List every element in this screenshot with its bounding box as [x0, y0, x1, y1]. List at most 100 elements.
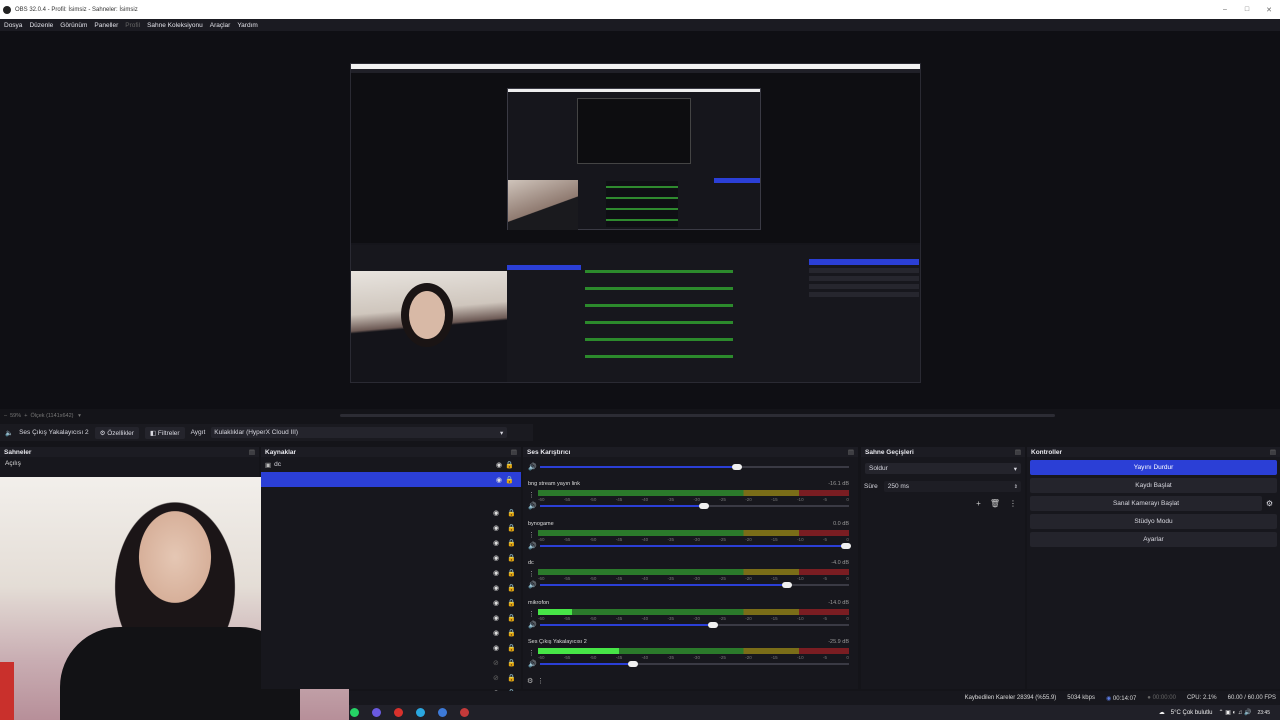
gear-icon[interactable]: ⚙ — [1262, 496, 1277, 511]
tray-icons[interactable]: ⌃ ▣ ◐ ♫ 🔊 — [1219, 709, 1252, 716]
menu-docks[interactable]: Paneller — [94, 22, 118, 29]
menu-help[interactable]: Yardım — [237, 22, 257, 29]
track-menu-icon[interactable]: ⋮ — [528, 570, 535, 578]
lock-icon[interactable]: 🔒 — [507, 644, 516, 652]
hidden-icon[interactable]: ⊘ — [493, 674, 499, 682]
minimize-icon[interactable]: – — [1214, 6, 1236, 14]
volume-knob[interactable] — [708, 621, 719, 628]
visibility-icon[interactable]: ◉ — [493, 524, 499, 532]
close-icon[interactable]: ✕ — [1258, 6, 1280, 14]
studio-mode-button[interactable]: Stüdyo Modu — [1030, 514, 1277, 529]
telegram-icon[interactable] — [416, 708, 425, 717]
preview-scrollbar[interactable] — [340, 414, 1055, 417]
more-icon[interactable]: ⋮ — [1009, 499, 1017, 508]
lock-icon[interactable]: 🔒 — [507, 524, 516, 532]
lock-icon[interactable]: 🔒 — [507, 674, 516, 682]
speaker-icon[interactable]: 🔊 — [528, 621, 537, 629]
stop-streaming-button[interactable]: Yayını Durdur — [1030, 460, 1277, 475]
volume-slider[interactable] — [540, 582, 849, 588]
scene-item[interactable]: Açılış — [0, 457, 259, 470]
device-select[interactable]: Kulaklıklar (HyperX Cloud III) ▾ — [211, 427, 508, 438]
volume-slider[interactable] — [540, 621, 849, 628]
lock-icon[interactable]: 🔒 — [507, 569, 516, 577]
browser-icon[interactable] — [372, 708, 381, 717]
speaker-icon[interactable]: 🔊 — [528, 502, 537, 510]
hidden-icon[interactable]: ⊘ — [493, 659, 499, 667]
start-recording-button[interactable]: Kaydı Başlat — [1030, 478, 1277, 493]
menu-edit[interactable]: Düzenle — [29, 22, 53, 29]
menu-scene-collection[interactable]: Sahne Koleksiyonu — [147, 22, 203, 29]
spin-arrows-icon[interactable]: ⇕ — [1014, 484, 1018, 490]
volume-slider[interactable] — [540, 542, 851, 549]
dock-menu-icon[interactable]: ▤ — [1270, 448, 1276, 456]
visibility-icon[interactable]: ◉ — [493, 629, 499, 637]
visibility-icon[interactable]: ◉ — [493, 554, 499, 562]
lock-icon[interactable]: 🔒 — [507, 554, 516, 562]
visibility-icon[interactable]: ◉ — [496, 461, 502, 469]
dock-menu-icon[interactable]: ▤ — [249, 448, 255, 456]
volume-slider[interactable] — [540, 661, 849, 667]
visibility-icon[interactable]: ◉ — [493, 569, 499, 577]
trash-icon[interactable]: 🗑 — [990, 499, 1000, 508]
menu-tools[interactable]: Araçlar — [210, 22, 231, 29]
speaker-icon[interactable]: 🔊 — [528, 581, 537, 589]
volume-slider[interactable] — [540, 464, 849, 470]
dock-menu-icon[interactable]: ▤ — [1015, 448, 1021, 456]
dock-menu-icon[interactable]: ▤ — [848, 448, 854, 456]
speaker-icon[interactable]: 🔊 — [528, 660, 537, 668]
scale-dropdown-icon[interactable]: ▾ — [78, 413, 81, 419]
app-icon[interactable] — [394, 708, 403, 717]
source-item-dc[interactable]: ▣ dc ◉ 🔒 — [261, 457, 521, 472]
clock[interactable]: 23:45 — [1257, 710, 1270, 716]
filters-button[interactable]: ◧ Filtreler — [144, 426, 185, 439]
track-menu-icon[interactable]: ⋮ — [528, 491, 535, 499]
lock-icon[interactable]: 🔒 — [507, 539, 516, 547]
track-menu-icon[interactable]: ⋮ — [528, 531, 535, 539]
transition-select[interactable]: Soldur ▾ — [865, 463, 1021, 474]
weather-icon[interactable]: ☁ — [1159, 709, 1165, 716]
duration-spinbox[interactable]: 250 ms ⇕ — [883, 481, 1021, 492]
volume-knob[interactable] — [841, 542, 851, 549]
speaker-icon[interactable]: 🔊 — [528, 463, 537, 471]
volume-slider[interactable] — [540, 503, 849, 509]
lock-icon[interactable]: 🔒 — [505, 476, 514, 484]
volume-knob[interactable] — [698, 503, 709, 509]
whatsapp-icon[interactable] — [350, 708, 359, 717]
visibility-icon[interactable]: ◉ — [496, 476, 502, 484]
menu-profile[interactable]: Profil — [125, 22, 140, 29]
track-menu-icon[interactable]: ⋮ — [528, 610, 535, 618]
visibility-icon[interactable]: ◉ — [493, 599, 499, 607]
lock-icon[interactable]: 🔒 — [505, 461, 514, 469]
lock-icon[interactable]: 🔒 — [507, 509, 516, 517]
source-item-selected[interactable]: ◉ 🔒 — [261, 472, 521, 487]
menu-view[interactable]: Görünüm — [60, 22, 87, 29]
visibility-icon[interactable]: ◉ — [493, 644, 499, 652]
lock-icon[interactable]: 🔒 — [507, 614, 516, 622]
visibility-icon[interactable]: ◉ — [493, 584, 499, 592]
visibility-icon[interactable]: ◉ — [493, 509, 499, 517]
dock-menu-icon[interactable]: ▤ — [511, 448, 517, 456]
properties-button[interactable]: ⚙ Özellikler — [94, 426, 139, 439]
settings-button[interactable]: Ayarlar — [1030, 532, 1277, 547]
volume-knob[interactable] — [627, 661, 638, 667]
weather-text[interactable]: 5°C Çok bulutlu — [1171, 710, 1213, 716]
zoom-in-icon[interactable]: + — [24, 413, 27, 419]
maximize-icon[interactable]: □ — [1236, 6, 1258, 14]
volume-knob[interactable] — [782, 582, 793, 588]
app-icon[interactable] — [438, 708, 447, 717]
lock-icon[interactable]: 🔒 — [507, 629, 516, 637]
track-menu-icon[interactable]: ⋮ — [528, 649, 535, 657]
lock-icon[interactable]: 🔒 — [507, 659, 516, 667]
menu-file[interactable]: Dosya — [4, 22, 22, 29]
zoom-out-icon[interactable]: – — [4, 413, 7, 419]
mixer-settings-icons[interactable]: ⚙ ⋮ — [527, 677, 544, 685]
obs-taskbar-icon[interactable] — [460, 708, 469, 717]
add-icon[interactable]: + — [976, 499, 981, 508]
lock-icon[interactable]: 🔒 — [507, 584, 516, 592]
speaker-icon[interactable]: 🔊 — [528, 542, 537, 550]
visibility-icon[interactable]: ◉ — [493, 614, 499, 622]
visibility-icon[interactable]: ◉ — [493, 539, 499, 547]
lock-icon[interactable]: 🔒 — [507, 599, 516, 607]
preview-canvas[interactable] — [0, 31, 1280, 409]
start-virtual-camera-button[interactable]: Sanal Kamerayı Başlat ⚙ — [1030, 496, 1277, 511]
